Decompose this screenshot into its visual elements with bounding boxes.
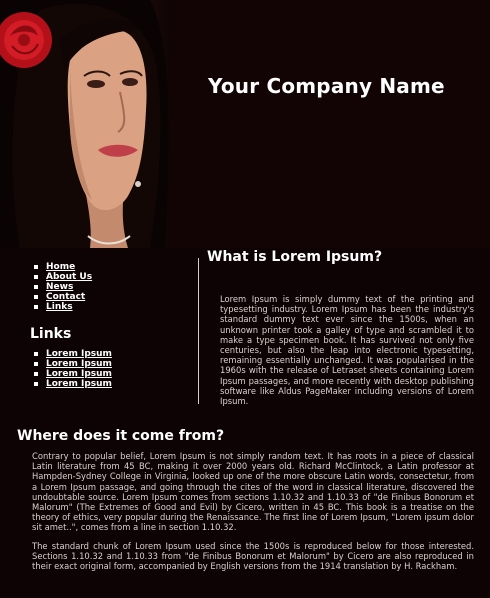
nav-link-links[interactable]: Links xyxy=(46,302,73,312)
links-item-link[interactable]: Lorem Ipsum xyxy=(46,369,112,379)
where-paragraph-2: The standard chunk of Lorem Ipsum used s… xyxy=(32,541,474,572)
nav-link-contact[interactable]: Contact xyxy=(46,292,85,302)
what-body-text: Lorem Ipsum is simply dummy text of the … xyxy=(220,294,474,407)
company-name: Your Company Name xyxy=(208,74,445,98)
links-item[interactable]: Lorem Ipsum xyxy=(32,349,112,359)
links-item-link[interactable]: Lorem Ipsum xyxy=(46,379,112,389)
links-item[interactable]: Lorem Ipsum xyxy=(32,379,112,389)
links-heading: Links xyxy=(30,326,72,342)
where-paragraph-1: Contrary to popular belief, Lorem Ipsum … xyxy=(32,451,474,533)
links-item-link[interactable]: Lorem Ipsum xyxy=(46,359,112,369)
links-list: Lorem Ipsum Lorem Ipsum Lorem Ipsum Lore… xyxy=(32,349,112,389)
woman-portrait-image xyxy=(0,0,169,248)
nav-link-home[interactable]: Home xyxy=(46,262,75,272)
nav-item-news[interactable]: News xyxy=(32,282,92,292)
page: Your Company Name Home About Us News Con… xyxy=(0,0,490,598)
header-photo-woman xyxy=(0,0,172,248)
nav-item-home[interactable]: Home xyxy=(32,262,92,272)
what-heading: What is Lorem Ipsum? xyxy=(207,249,383,265)
links-item[interactable]: Lorem Ipsum xyxy=(32,369,112,379)
nav-link-about-us[interactable]: About Us xyxy=(46,272,92,282)
links-item[interactable]: Lorem Ipsum xyxy=(32,359,112,369)
column-divider xyxy=(198,258,199,404)
nav-link-news[interactable]: News xyxy=(46,282,73,292)
nav-item-links[interactable]: Links xyxy=(32,302,92,312)
main-navigation: Home About Us News Contact Links xyxy=(32,262,92,312)
nav-item-contact[interactable]: Contact xyxy=(32,292,92,302)
nav-item-about-us[interactable]: About Us xyxy=(32,272,92,282)
site-header: Your Company Name xyxy=(0,0,490,248)
links-item-link[interactable]: Lorem Ipsum xyxy=(46,349,112,359)
where-heading: Where does it come from? xyxy=(17,428,225,444)
